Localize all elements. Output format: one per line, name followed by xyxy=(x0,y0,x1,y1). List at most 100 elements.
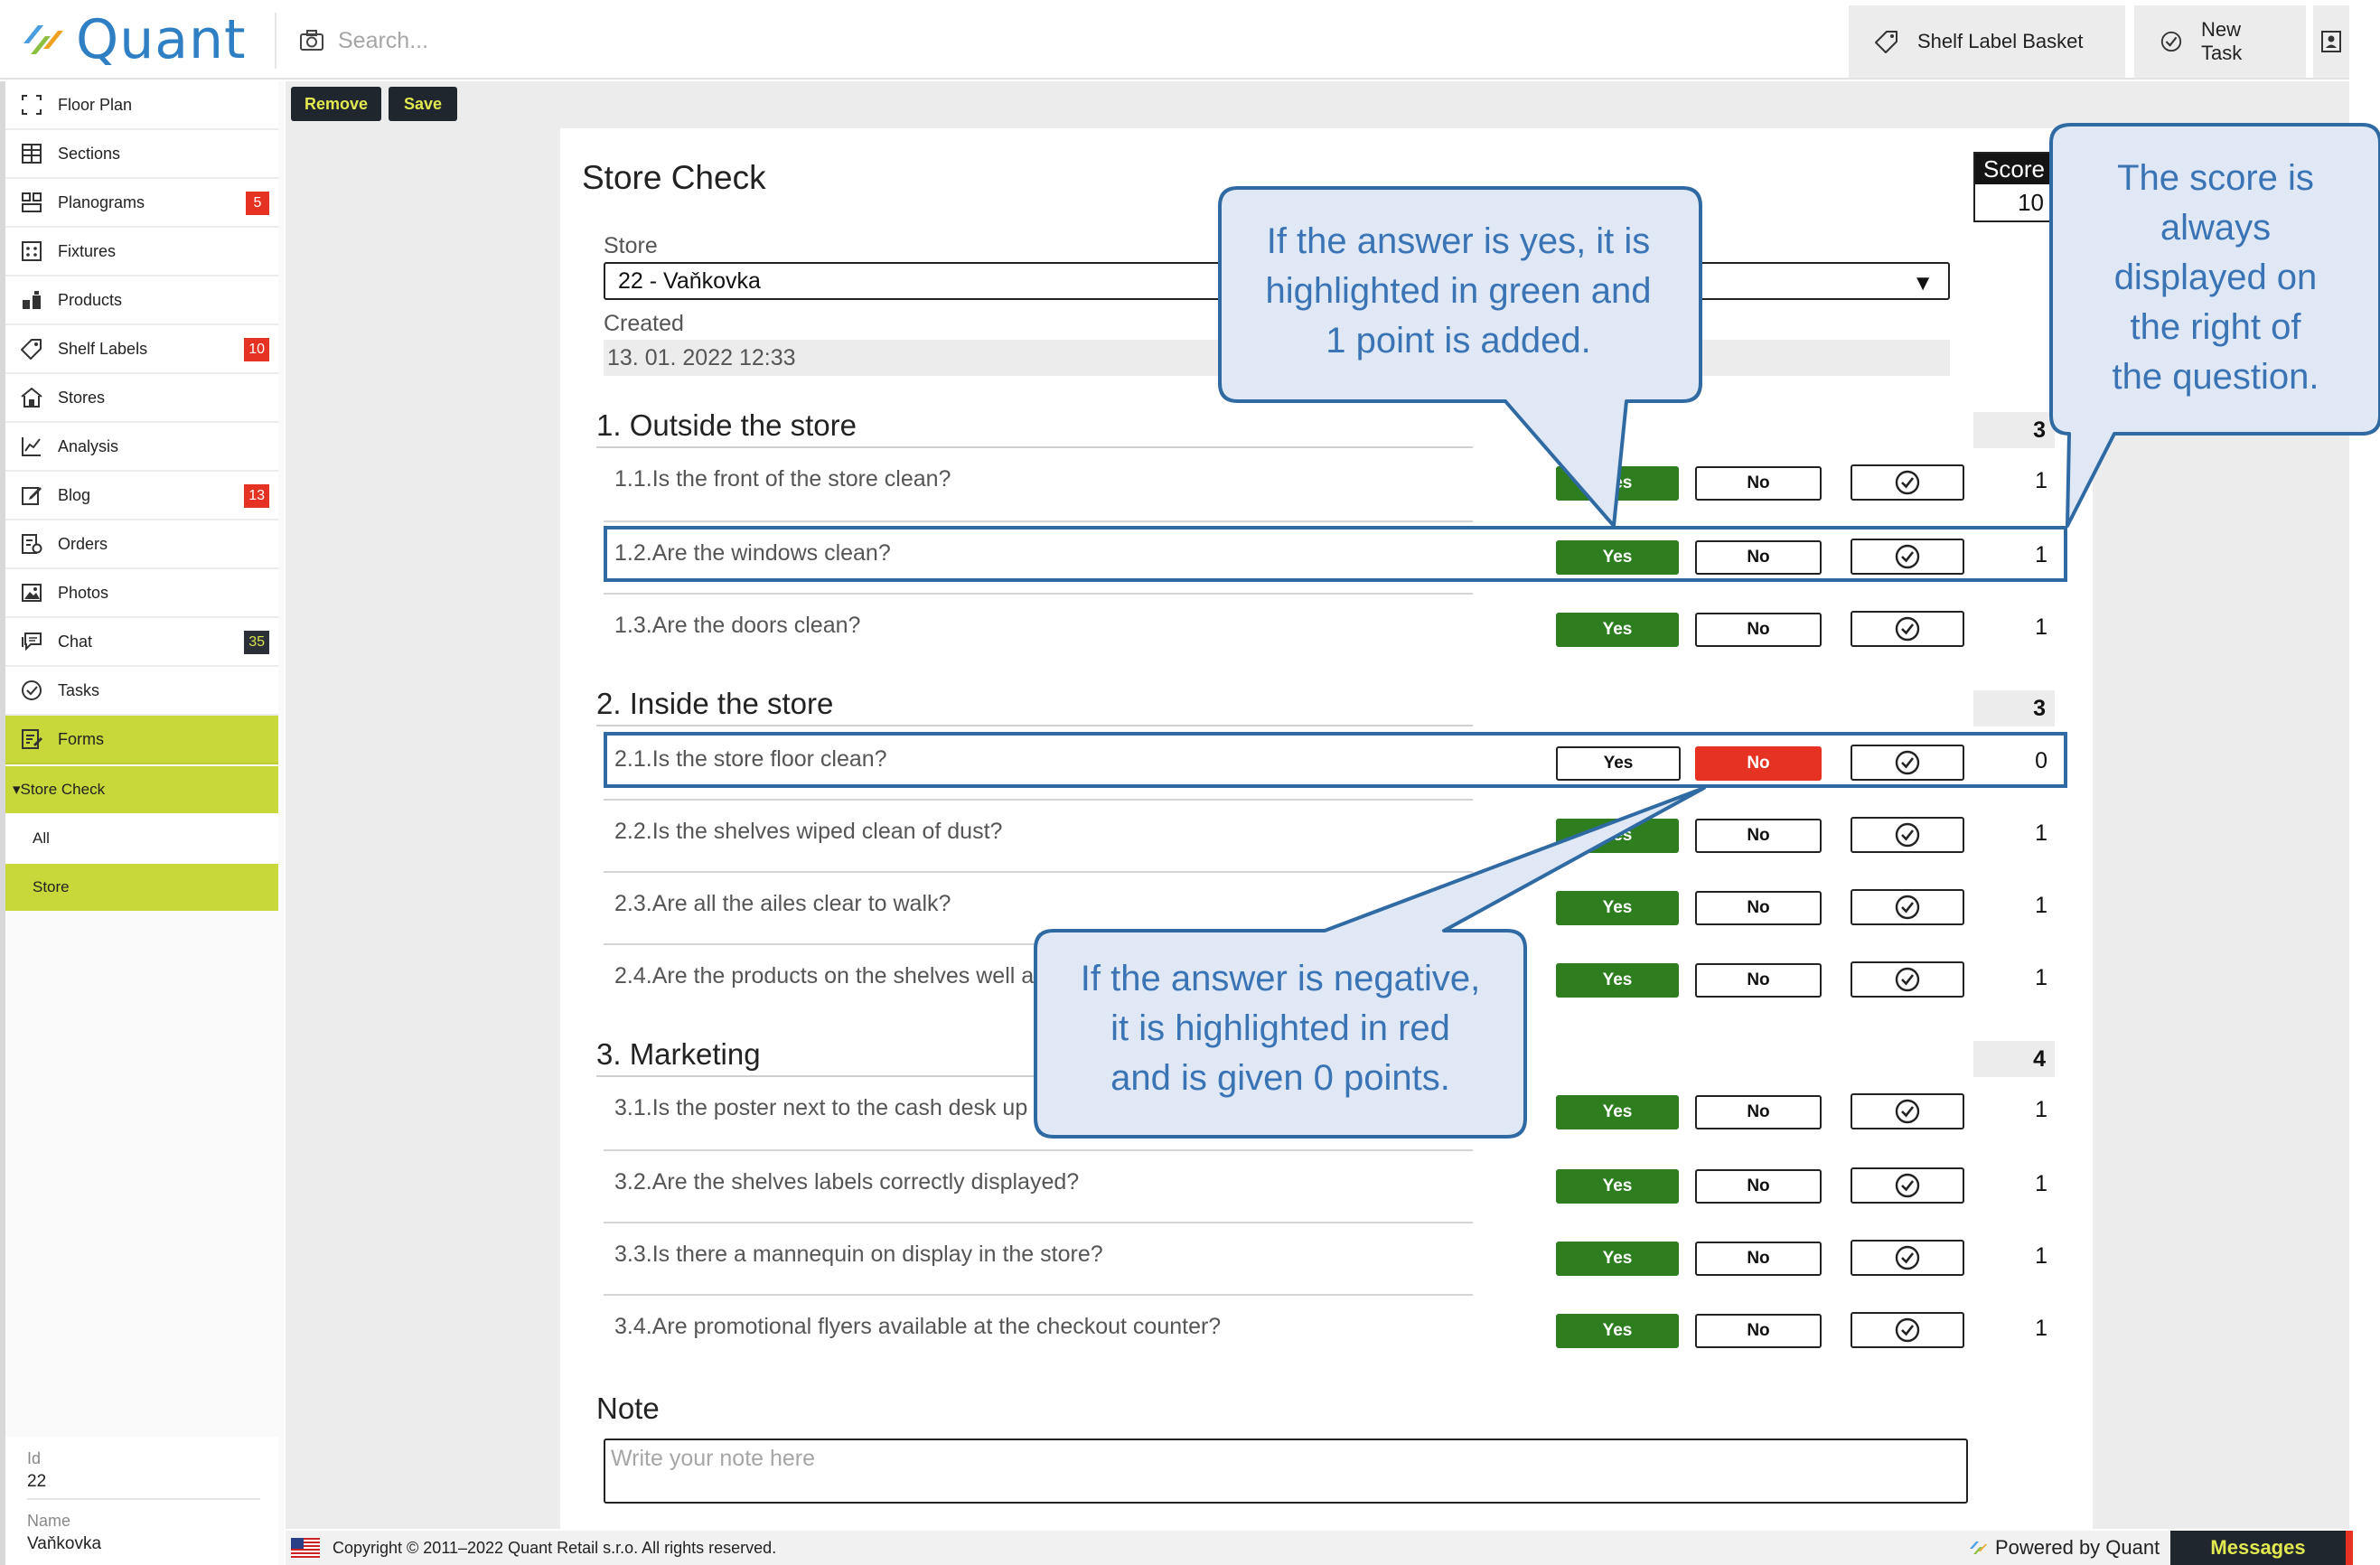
sidebar-submenu-store-check[interactable]: ▾Store Check xyxy=(5,766,278,813)
no-button[interactable]: No xyxy=(1695,1095,1822,1129)
callout-score-text: The score is always displayed on the rig… xyxy=(2055,154,2376,402)
search-input[interactable] xyxy=(338,27,699,54)
yes-button[interactable]: Yes xyxy=(1556,540,1679,575)
question-score: 1 xyxy=(2035,1316,2047,1341)
section-title: 2. Inside the store xyxy=(596,687,834,720)
user-button[interactable] xyxy=(2313,5,2349,78)
messages-button[interactable]: Messages xyxy=(2170,1531,2346,1565)
sidebar-item-sections[interactable]: Sections xyxy=(5,130,278,179)
fixtures-icon xyxy=(22,241,42,261)
confirm-button[interactable] xyxy=(1851,889,1964,925)
confirm-button[interactable] xyxy=(1851,1240,1964,1276)
callout-line: it is highlighted in red xyxy=(1110,1008,1450,1048)
note-input[interactable] xyxy=(604,1438,1968,1504)
created-value: 13. 01. 2022 12:33 xyxy=(607,344,796,370)
confirm-button[interactable] xyxy=(1851,745,1964,781)
question-rule xyxy=(604,520,1473,522)
confirm-button[interactable] xyxy=(1851,817,1964,853)
question-rule xyxy=(604,593,1473,595)
confirm-button[interactable] xyxy=(1851,961,1964,998)
sidebar-item-label: Photos xyxy=(58,583,109,602)
sidebar-item-chat[interactable]: Chat 35 xyxy=(5,618,278,667)
section-score: 3 xyxy=(1973,690,2055,726)
yes-button[interactable]: Yes xyxy=(1556,746,1681,781)
yes-button[interactable]: Yes xyxy=(1556,613,1679,647)
sidebar-item-floor-plan[interactable]: Floor Plan xyxy=(5,81,278,130)
yes-button[interactable]: Yes xyxy=(1556,891,1679,925)
search-box[interactable] xyxy=(298,22,699,60)
note-title: Note xyxy=(596,1392,660,1425)
no-button[interactable]: No xyxy=(1695,963,1822,998)
confirm-button[interactable] xyxy=(1851,1312,1964,1348)
question-score: 1 xyxy=(2035,614,2047,640)
sidebar-item-label: Planograms xyxy=(58,192,145,211)
sidebar-item-shelf-labels[interactable]: Shelf Labels 10 xyxy=(5,325,278,374)
no-button[interactable]: No xyxy=(1695,746,1822,781)
sidebar-item-photos[interactable]: Photos xyxy=(5,569,278,618)
no-button[interactable]: No xyxy=(1695,1314,1822,1348)
yes-button[interactable]: Yes xyxy=(1556,1095,1679,1129)
app-name: Quant xyxy=(76,8,247,71)
yes-button[interactable]: Yes xyxy=(1556,1242,1679,1276)
yes-button[interactable]: Yes xyxy=(1556,466,1679,501)
id-label: Id xyxy=(27,1449,42,1467)
sidebar-item-blog[interactable]: Blog 13 xyxy=(5,472,278,520)
callout-line: 1 point is added. xyxy=(1326,321,1591,361)
callout-line: and is given 0 points. xyxy=(1110,1058,1450,1098)
section-score: 3 xyxy=(1973,412,2055,448)
yes-button[interactable]: Yes xyxy=(1556,819,1679,853)
callout-yes-text: If the answer is yes, it is highlighted … xyxy=(1223,217,1693,366)
confirm-button[interactable] xyxy=(1851,539,1964,575)
us-flag-icon[interactable] xyxy=(291,1538,320,1558)
question-text: 3.3.Is there a mannequin on display in t… xyxy=(614,1242,1103,1267)
sidebar-item-planograms[interactable]: Planograms 5 xyxy=(5,179,278,228)
logo[interactable]: Quant xyxy=(18,8,247,71)
sidebar-item-products[interactable]: Products xyxy=(5,276,278,325)
question-text: 1.2.Are the windows clean? xyxy=(614,540,891,566)
divider xyxy=(27,1498,260,1500)
callout-negative-text: If the answer is negative, it is highlig… xyxy=(1039,954,1522,1103)
yes-button[interactable]: Yes xyxy=(1556,1169,1679,1204)
check-circle-icon xyxy=(1895,750,1920,775)
question-score: 1 xyxy=(2035,1243,2047,1269)
check-circle-icon xyxy=(1895,822,1920,848)
yes-button[interactable]: Yes xyxy=(1556,963,1679,998)
question-score: 1 xyxy=(2035,1171,2047,1196)
camera-icon[interactable] xyxy=(298,27,325,54)
callout-line: If the answer is negative, xyxy=(1080,959,1481,998)
sidebar-subitem-store[interactable]: Store xyxy=(5,864,278,911)
remove-button[interactable]: Remove xyxy=(291,87,381,121)
yes-button[interactable]: Yes xyxy=(1556,1314,1679,1348)
no-button[interactable]: No xyxy=(1695,1242,1822,1276)
no-button[interactable]: No xyxy=(1695,1169,1822,1204)
shelf-label-basket-button[interactable]: Shelf Label Basket xyxy=(1849,5,2125,78)
question-text: 3.2.Are the shelves labels correctly dis… xyxy=(614,1169,1080,1195)
sidebar-item-label: Products xyxy=(58,290,123,309)
sidebar-item-tasks[interactable]: Tasks xyxy=(5,667,278,716)
confirm-button[interactable] xyxy=(1851,611,1964,647)
messages-count-badge xyxy=(2346,1531,2353,1565)
check-circle-icon xyxy=(1895,1245,1920,1270)
sidebar-item-stores[interactable]: Stores xyxy=(5,374,278,423)
new-task-button[interactable]: New Task xyxy=(2134,5,2306,78)
sidebar-item-analysis[interactable]: Analysis xyxy=(5,423,278,472)
confirm-button[interactable] xyxy=(1851,464,1964,501)
no-button[interactable]: No xyxy=(1695,891,1822,925)
check-circle-icon xyxy=(1895,1099,1920,1124)
sidebar-subitem-all[interactable]: All xyxy=(5,815,278,862)
sidebar-item-label: Orders xyxy=(58,534,108,553)
save-button[interactable]: Save xyxy=(389,87,457,121)
confirm-button[interactable] xyxy=(1851,1093,1964,1129)
no-button[interactable]: No xyxy=(1695,819,1822,853)
no-button[interactable]: No xyxy=(1695,540,1822,575)
question-rule xyxy=(604,1149,1473,1151)
no-button[interactable]: No xyxy=(1695,613,1822,647)
sidebar-item-orders[interactable]: Orders xyxy=(5,520,278,569)
page-title: Store Check xyxy=(582,159,766,196)
sidebar-item-fixtures[interactable]: Fixtures xyxy=(5,228,278,276)
sidebar-item-forms[interactable]: Forms xyxy=(5,716,278,764)
no-button[interactable]: No xyxy=(1695,466,1822,501)
confirm-button[interactable] xyxy=(1851,1167,1964,1204)
store-label: Store xyxy=(604,233,658,258)
question-rule xyxy=(604,1294,1473,1296)
